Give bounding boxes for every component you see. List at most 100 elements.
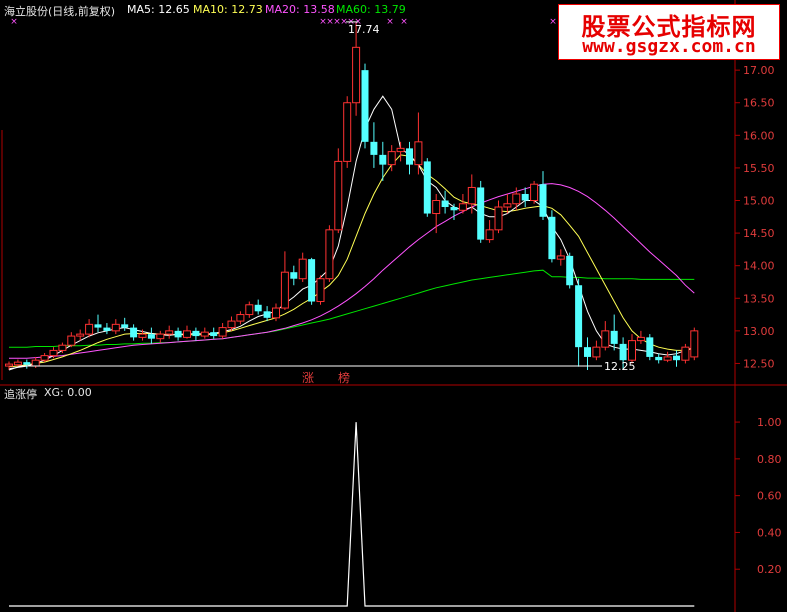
indicator-tick-label: 0.60 xyxy=(757,490,782,503)
candle xyxy=(539,171,547,221)
candle xyxy=(156,330,165,343)
candle xyxy=(192,327,200,341)
candle-body xyxy=(94,324,102,328)
candle xyxy=(254,299,262,315)
candle-body xyxy=(165,330,174,335)
candle-body xyxy=(254,304,262,312)
chart-axes xyxy=(0,0,787,612)
candle-body xyxy=(147,334,155,339)
candle xyxy=(681,343,690,364)
candle-body xyxy=(548,216,556,260)
candle-body xyxy=(530,183,539,201)
y-tick-label: 13.00 xyxy=(743,325,775,338)
candle-body xyxy=(655,356,663,361)
candle-body xyxy=(325,229,334,280)
candle-body xyxy=(406,148,413,165)
ranking-marker: 榜 xyxy=(338,370,350,385)
candle-body xyxy=(31,359,40,367)
y-axis-ticks: 12.50 13.00 13.50 14.00 14.50 15.00 15.50 16.00… xyxy=(735,64,782,576)
candle-body xyxy=(280,271,289,309)
candle-body xyxy=(432,200,441,215)
indicator-tick-label: 0.40 xyxy=(757,526,782,539)
candlestick-series xyxy=(5,21,699,370)
candle xyxy=(636,330,645,344)
indicator-tick-label: 0.20 xyxy=(757,563,782,576)
candle xyxy=(432,193,441,234)
candle-body xyxy=(23,362,31,365)
candle-body xyxy=(192,330,200,337)
candle xyxy=(361,63,369,149)
candle-body xyxy=(681,346,690,361)
candle xyxy=(210,327,218,339)
candle-body xyxy=(67,335,76,346)
y-tick-label: 15.50 xyxy=(743,162,775,175)
candle-body xyxy=(245,304,254,316)
candle xyxy=(387,145,396,172)
candle xyxy=(165,325,174,339)
y-tick-label: 16.50 xyxy=(743,97,775,110)
candle-body xyxy=(477,187,485,240)
candle-body xyxy=(316,278,325,303)
candle-body xyxy=(334,160,343,231)
candle-body xyxy=(628,340,636,361)
ma10-legend: MA10: 12.73 xyxy=(193,3,263,16)
y-tick-label: 13.50 xyxy=(743,292,775,305)
stock-chart-canvas: ××××××××××××× 12.5013.0013.5014.0014.501… xyxy=(0,0,787,612)
candle-body xyxy=(218,327,227,337)
y-tick-label: 12.50 xyxy=(743,357,775,370)
candle-body xyxy=(361,70,369,142)
candle-body xyxy=(49,349,58,357)
candle-body xyxy=(592,346,601,358)
xg-line xyxy=(9,422,695,607)
candle xyxy=(494,200,503,234)
candle xyxy=(592,340,601,361)
candle xyxy=(85,319,94,338)
candle-body xyxy=(183,330,191,338)
candle-body xyxy=(690,330,699,358)
limit-up-marker: 涨 xyxy=(302,370,314,385)
candle xyxy=(67,332,76,348)
candle-body xyxy=(610,330,618,344)
candle xyxy=(566,252,574,289)
candle xyxy=(503,193,512,214)
candle-body xyxy=(308,259,316,302)
candle xyxy=(646,334,654,361)
indicator-tick-label: 0.80 xyxy=(757,453,782,466)
watermark-url: www.gsgzx.com.cn xyxy=(582,36,756,57)
ma60-legend: MA60: 13.79 xyxy=(336,3,406,16)
candle-body xyxy=(423,161,431,214)
candle xyxy=(174,327,182,341)
ma20-line xyxy=(9,183,695,359)
candle xyxy=(485,220,494,243)
y-tick-label: 14.00 xyxy=(743,260,775,273)
candle xyxy=(316,275,325,305)
candle xyxy=(477,180,485,243)
candle xyxy=(584,337,591,370)
candle xyxy=(334,148,343,234)
candle xyxy=(396,141,405,162)
candle xyxy=(200,327,209,339)
candle xyxy=(23,359,31,369)
candle-body xyxy=(539,184,547,217)
signal-marker: × xyxy=(386,17,394,27)
candle-body xyxy=(601,330,610,348)
candle-body xyxy=(521,193,529,201)
candle-body xyxy=(441,200,449,208)
candle-body xyxy=(111,323,120,332)
candle xyxy=(280,251,289,310)
candle xyxy=(379,141,387,181)
candle xyxy=(147,327,155,344)
candle-body xyxy=(40,355,49,361)
candle-body xyxy=(566,255,574,286)
candle-body xyxy=(290,272,298,279)
candle xyxy=(548,210,556,263)
candle xyxy=(103,323,111,335)
candle-body xyxy=(370,141,378,155)
candle xyxy=(218,323,227,339)
candle-body xyxy=(458,203,467,211)
candle-body xyxy=(387,151,396,166)
candle xyxy=(663,351,672,363)
candle-body xyxy=(130,327,138,338)
indicator-title: 追涨停 xyxy=(4,388,37,401)
candle-body xyxy=(556,255,565,260)
